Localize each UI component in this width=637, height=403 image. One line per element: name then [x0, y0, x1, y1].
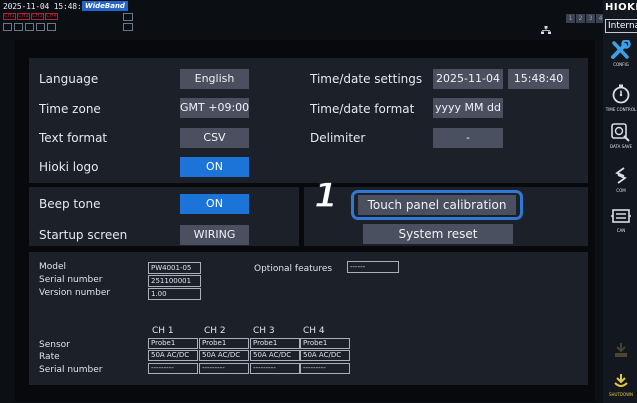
sensor-serial-label: Serial number [39, 365, 103, 375]
sidebar-item-label: CONFIG [613, 62, 629, 67]
system-reset-button[interactable]: System reset [363, 224, 513, 244]
status-box [47, 23, 56, 31]
save-icon [611, 123, 630, 142]
sidebar-item-com[interactable]: COM [605, 164, 637, 200]
model-value: PW4001-05 [148, 262, 201, 274]
shutdown-icon [614, 374, 628, 387]
startup-screen-button[interactable]: WIRING [180, 225, 249, 245]
status-box [36, 23, 45, 31]
sensor-cell-ch4: Probe1 [300, 338, 350, 349]
text-format-button[interactable]: CSV [180, 128, 249, 148]
status-bar: 2025-11-04 15:48:40 WideBand CH1 CH2 CH3… [0, 0, 605, 40]
channel-header-3: CH 3 [253, 326, 275, 336]
beep-tone-label: Beep tone [39, 197, 101, 211]
version-number-value: 1.00 [148, 288, 201, 300]
page-number-2: 2 [576, 14, 585, 23]
sidebar-item-shutdown[interactable]: SHUTDOWN [605, 372, 637, 402]
channel-indicator-2: CH2 [17, 13, 30, 20]
optional-features-label: Optional features [254, 264, 333, 274]
page-number-3: 3 [586, 14, 595, 23]
sensor-cell-ch3: Probe1 [250, 338, 300, 349]
wideband-badge: WideBand [82, 1, 128, 11]
rate-cell-ch3: 50A AC/DC [250, 350, 300, 361]
status-box [25, 23, 34, 31]
general-settings-section [29, 58, 588, 183]
serial-cell-ch1: --------- [148, 363, 198, 374]
timestamp: 2025-11-04 15:48:40 [3, 2, 91, 11]
can-icon [611, 209, 631, 223]
rate-label: Rate [39, 352, 60, 362]
sidebar-item-label: CAN [616, 228, 626, 233]
rate-cell-ch4: 50A AC/DC [300, 350, 350, 361]
highlight-frame [351, 190, 523, 220]
screen: 2025-11-04 15:48:40 WideBand CH1 CH2 CH3… [0, 0, 637, 403]
startup-screen-label: Startup screen [39, 228, 128, 242]
beep-tone-toggle[interactable]: ON [180, 194, 249, 214]
rate-cell-ch1: 50A AC/DC [148, 350, 198, 361]
sidebar-item-can[interactable]: CAN [605, 206, 637, 242]
status-box [123, 23, 133, 31]
serial-cell-ch2: --------- [199, 363, 249, 374]
timezone-button[interactable]: GMT +09:00 [180, 98, 249, 118]
timezone-label: Time zone [39, 102, 101, 116]
sidebar-item-time-control[interactable]: TIME CONTROL [605, 83, 637, 119]
channel-indicator-3: CH3 [31, 13, 44, 20]
serial-cell-ch3: --------- [250, 363, 300, 374]
status-indicators [3, 23, 56, 31]
step-callout: 1 [313, 176, 338, 216]
sidebar-item-label: TIME CONTROL [605, 107, 637, 112]
sidebar-item-data-save[interactable]: DATA SAVE [605, 122, 637, 158]
language-label: Language [39, 72, 99, 86]
hioki-logo-toggle[interactable]: ON [180, 157, 249, 177]
sensor-cell-ch2: Probe1 [199, 338, 249, 349]
optional-features-value: ------ [347, 261, 399, 273]
serial-number-label: Serial number [39, 275, 103, 285]
date-button[interactable]: 2025-11-04 [433, 69, 503, 89]
channel-indicator-1: CH1 [3, 13, 16, 20]
channel-header-2: CH 2 [204, 326, 226, 336]
channel-indicator-4: CH4 [45, 13, 58, 20]
sidebar-item-hold[interactable] [605, 340, 637, 370]
version-number-label: Version number [39, 288, 111, 298]
time-date-format-button[interactable]: yyyy MM dd [433, 98, 503, 118]
serial-number-value: 251100001 [148, 275, 201, 287]
sidebar: HIOKI Interna CONFIG TIME CONTROL DATA S… [603, 0, 637, 403]
hioki-logo: HIOKI [605, 2, 637, 13]
serial-cell-ch4: --------- [300, 363, 350, 374]
sensor-label: Sensor [39, 340, 70, 350]
time-button[interactable]: 15:48:40 [508, 69, 569, 89]
hold-icon [615, 343, 627, 357]
rate-cell-ch2: 50A AC/DC [199, 350, 249, 361]
sidebar-item-config[interactable]: CONFIG [605, 40, 637, 76]
sensor-cell-ch1: Probe1 [148, 338, 198, 349]
channel-indicators: CH1 CH2 CH3 CH4 [3, 13, 58, 20]
channel-header-4: CH 4 [303, 326, 325, 336]
sidebar-item-label: SHUTDOWN [608, 392, 634, 397]
com-icon [615, 167, 627, 184]
sidebar-item-label: DATA SAVE [610, 144, 632, 149]
status-box [123, 13, 133, 21]
status-box [3, 23, 12, 31]
internal-tab[interactable]: Interna [605, 19, 637, 33]
text-format-label: Text format [39, 131, 108, 145]
delimiter-button[interactable]: - [433, 128, 503, 148]
tools-icon [611, 40, 631, 59]
stopwatch-icon [612, 84, 630, 104]
status-box [14, 23, 23, 31]
hioki-logo-label: Hioki logo [39, 160, 99, 174]
sidebar-item-label: COM [616, 188, 626, 193]
time-date-settings-label: Time/date settings [310, 72, 423, 86]
time-date-format-label: Time/date format [310, 102, 415, 116]
page-number-1: 1 [566, 14, 575, 23]
model-label: Model [39, 262, 67, 272]
channel-header-1: CH 1 [152, 326, 174, 336]
network-icon [541, 26, 551, 34]
delimiter-label: Delimiter [310, 131, 366, 145]
language-button[interactable]: English [180, 69, 249, 89]
